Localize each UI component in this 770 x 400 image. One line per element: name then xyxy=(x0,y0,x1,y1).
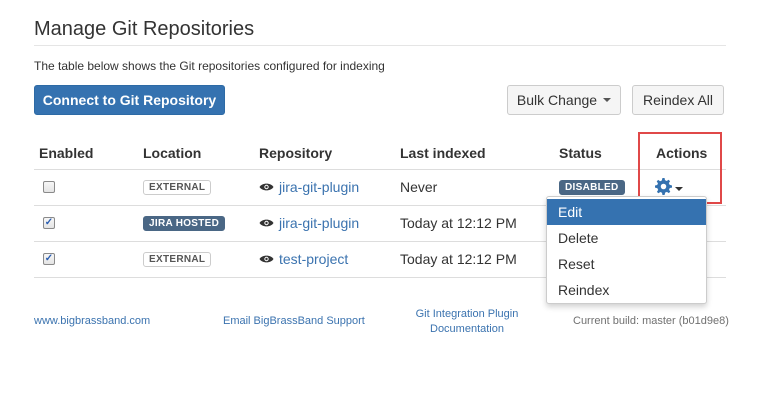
bulk-change-button[interactable]: Bulk Change xyxy=(507,85,621,115)
menu-item-reindex[interactable]: Reindex xyxy=(547,277,706,303)
last-indexed: Today at 12:12 PM xyxy=(400,251,517,267)
menu-item-reset[interactable]: Reset xyxy=(547,251,706,277)
header-status: Status xyxy=(559,145,602,161)
highlight-annotation xyxy=(638,132,722,204)
menu-item-edit[interactable]: Edit xyxy=(547,199,706,225)
eye-icon xyxy=(259,218,274,228)
actions-dropdown-menu: Edit Delete Reset Reindex xyxy=(546,196,707,304)
location-badge: EXTERNAL xyxy=(143,180,212,195)
repository-name: jira-git-plugin xyxy=(279,215,360,231)
repository-name: jira-git-plugin xyxy=(279,179,360,195)
repository-link[interactable]: test-project xyxy=(259,251,348,267)
table-header-divider xyxy=(34,169,726,170)
repository-name: test-project xyxy=(279,251,349,267)
reindex-all-button[interactable]: Reindex All xyxy=(632,85,724,115)
eye-icon xyxy=(259,182,274,192)
eye-icon xyxy=(259,254,274,264)
repository-link[interactable]: jira-git-plugin xyxy=(259,215,359,231)
footer-docs-line: Git Integration Plugin xyxy=(415,308,519,320)
header-repository: Repository xyxy=(259,145,333,161)
footer-docs-link[interactable]: Git Integration Plugin Documentation xyxy=(405,307,529,337)
title-divider xyxy=(34,45,726,46)
caret-down-icon xyxy=(603,98,612,102)
page-title: Manage Git Repositories xyxy=(34,18,255,40)
menu-item-delete[interactable]: Delete xyxy=(547,225,706,251)
location-badge: EXTERNAL xyxy=(143,252,212,267)
footer-support-link[interactable]: Email BigBrassBand Support xyxy=(223,315,365,327)
enabled-checkbox[interactable] xyxy=(43,181,55,193)
footer-docs-line: Documentation xyxy=(430,323,504,335)
header-last-indexed: Last indexed xyxy=(400,145,486,161)
repository-link[interactable]: jira-git-plugin xyxy=(259,179,359,195)
header-enabled: Enabled xyxy=(39,145,94,161)
connect-repository-button[interactable]: Connect to Git Repository xyxy=(34,85,225,115)
last-indexed: Never xyxy=(400,179,438,195)
enabled-checkbox[interactable]: ✓ xyxy=(43,253,55,265)
footer-site-link[interactable]: www.bigbrassband.com xyxy=(34,315,150,327)
enabled-checkbox[interactable]: ✓ xyxy=(43,217,55,229)
last-indexed: Today at 12:12 PM xyxy=(400,215,517,231)
status-badge: DISABLED xyxy=(559,180,625,195)
page-description: The table below shows the Git repositori… xyxy=(34,59,385,73)
location-badge: JIRA HOSTED xyxy=(143,216,226,231)
footer-build-info: Current build: master (b01d9e8) xyxy=(573,315,729,327)
header-location: Location xyxy=(143,145,202,161)
bulk-change-label: Bulk Change xyxy=(516,92,598,108)
